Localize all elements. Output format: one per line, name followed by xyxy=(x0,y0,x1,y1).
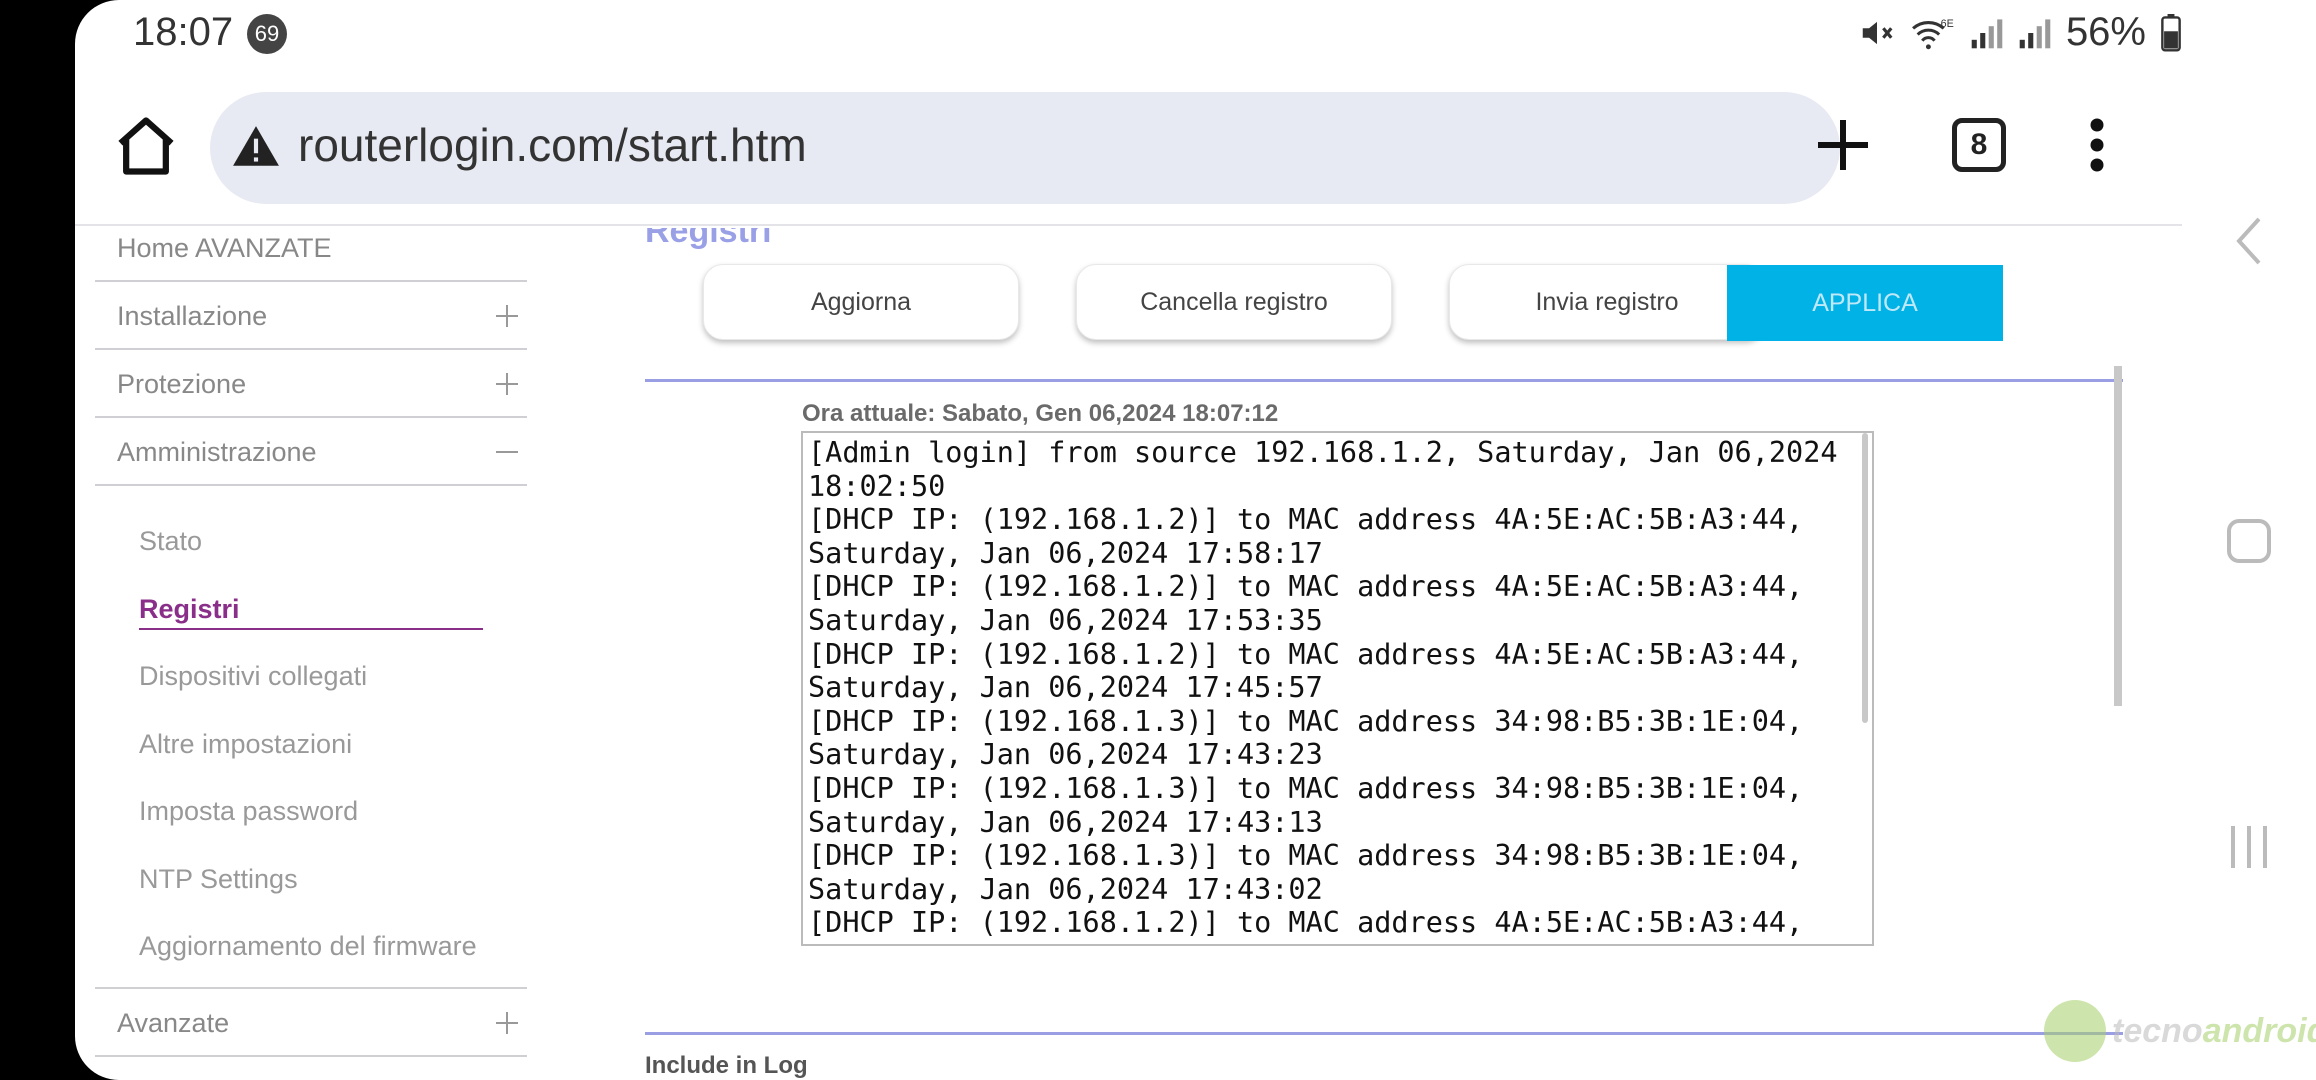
page-title: Registri xyxy=(645,228,772,250)
sidebar-item-label: Amministrazione xyxy=(117,437,317,467)
include-in-log-heading: Include in Log xyxy=(645,1052,808,1079)
web-content: Home AVANZATE Installazione Protezione A… xyxy=(75,228,2182,1080)
submenu-item-stato[interactable]: Stato xyxy=(95,508,527,576)
mute-icon xyxy=(1862,21,1893,44)
sidebar-item-label: Protezione xyxy=(117,369,247,399)
submenu-item-altre-impostazioni[interactable]: Altre impostazioni xyxy=(95,711,527,779)
browser-toolbar: routerlogin.com/start.htm 8 xyxy=(75,70,2182,226)
submenu-item-firmware-update[interactable]: Aggiornamento del firmware xyxy=(95,913,527,981)
sidebar-item-label: Avanzate xyxy=(117,1007,230,1038)
watermark-text-part2: android xyxy=(2202,1011,2316,1050)
address-bar[interactable]: routerlogin.com/start.htm xyxy=(210,92,1840,204)
submenu-label: NTP Settings xyxy=(139,863,298,894)
collapse-minus-icon[interactable] xyxy=(495,440,519,464)
sidebar-item-protezione[interactable]: Protezione xyxy=(95,350,527,418)
home-icon[interactable] xyxy=(112,112,180,180)
submenu-item-dispositivi-collegati[interactable]: Dispositivi collegati xyxy=(95,643,527,711)
tab-switcher-button[interactable]: 8 xyxy=(1952,118,2006,172)
submenu-label: Altre impostazioni xyxy=(139,728,353,759)
signal-icon-sim1 xyxy=(1971,18,2003,48)
submenu-item-imposta-password[interactable]: Imposta password xyxy=(95,778,527,846)
warning-icon[interactable] xyxy=(230,122,282,172)
system-navigation-bar xyxy=(2183,0,2316,1080)
svg-text:6E: 6E xyxy=(1941,17,1954,29)
send-log-button[interactable]: Invia registro xyxy=(1449,264,1765,340)
battery-icon xyxy=(2161,13,2181,51)
recent-apps-icon[interactable] xyxy=(2183,822,2316,872)
sidebar-item-label: Installazione xyxy=(117,301,268,331)
submenu-label: Aggiornamento del firmware xyxy=(139,931,477,961)
watermark-text-part1: tecno xyxy=(2112,1011,2203,1050)
status-bar: 18:07 69 6E 56% xyxy=(75,0,2182,70)
submenu-label: Dispositivi collegati xyxy=(139,661,368,691)
sidebar-item-amministrazione[interactable]: Amministrazione xyxy=(95,418,527,486)
admin-submenu: Stato Registri Dispositivi collegati Alt… xyxy=(95,486,527,989)
submenu-label: Imposta password xyxy=(139,796,359,826)
status-time: 18:07 xyxy=(133,10,234,54)
submenu-label: Registri xyxy=(139,592,483,630)
divider xyxy=(645,379,2123,382)
page-scrollbar[interactable] xyxy=(2114,366,2122,706)
divider xyxy=(645,1032,2123,1035)
current-time-label: Ora attuale: Sabato, Gen 06,2024 18:07:1… xyxy=(802,400,1279,427)
submenu-item-registri[interactable]: Registri xyxy=(95,576,527,644)
home-nav-icon[interactable] xyxy=(2183,518,2316,566)
android-logo-icon xyxy=(2044,1000,2106,1062)
battery-percentage: 56% xyxy=(2065,10,2146,54)
expand-plus-icon[interactable] xyxy=(495,1011,519,1035)
sidebar-menu: Home AVANZATE Installazione Protezione A… xyxy=(95,228,527,1057)
apply-button[interactable]: APPLICA xyxy=(1727,265,2003,341)
submenu-item-ntp-settings[interactable]: NTP Settings xyxy=(95,846,527,914)
sidebar-item-label: Home AVANZATE xyxy=(117,233,332,263)
url-text[interactable]: routerlogin.com/start.htm xyxy=(298,118,807,172)
log-textarea[interactable]: [Admin login] from source 192.168.1.2, S… xyxy=(801,431,1874,946)
sidebar-item-home-advanced[interactable]: Home AVANZATE xyxy=(95,228,527,282)
refresh-button[interactable]: Aggiorna xyxy=(703,264,1019,340)
signal-icon-sim2 xyxy=(2019,18,2051,48)
expand-plus-icon[interactable] xyxy=(495,372,519,396)
main-panel: Registri Aggiorna Cancella registro Invi… xyxy=(572,228,2182,1080)
clear-log-button[interactable]: Cancella registro xyxy=(1076,264,1392,340)
log-scrollbar[interactable] xyxy=(1862,433,1868,723)
phone-screen: 18:07 69 6E 56% routerlogin.com/start.ht… xyxy=(75,0,2316,1080)
back-icon[interactable] xyxy=(2183,215,2316,267)
log-content: [Admin login] from source 192.168.1.2, S… xyxy=(808,436,1838,940)
sidebar-item-installazione[interactable]: Installazione xyxy=(95,282,527,350)
sidebar-item-avanzate[interactable]: Avanzate xyxy=(95,989,527,1057)
new-tab-plus-icon[interactable] xyxy=(1813,115,1873,175)
wifi-6e-icon: 6E xyxy=(1911,17,1954,49)
submenu-label: Stato xyxy=(139,526,203,556)
watermark-text: tecnoandroid xyxy=(2112,1012,2316,1051)
watermark-logo: tecnoandroid xyxy=(2044,1000,2316,1062)
expand-plus-icon[interactable] xyxy=(495,304,519,328)
more-menu-icon[interactable] xyxy=(2082,115,2112,175)
status-icons: 6E 56% xyxy=(1858,10,2182,55)
notification-count-badge: 69 xyxy=(247,14,287,54)
